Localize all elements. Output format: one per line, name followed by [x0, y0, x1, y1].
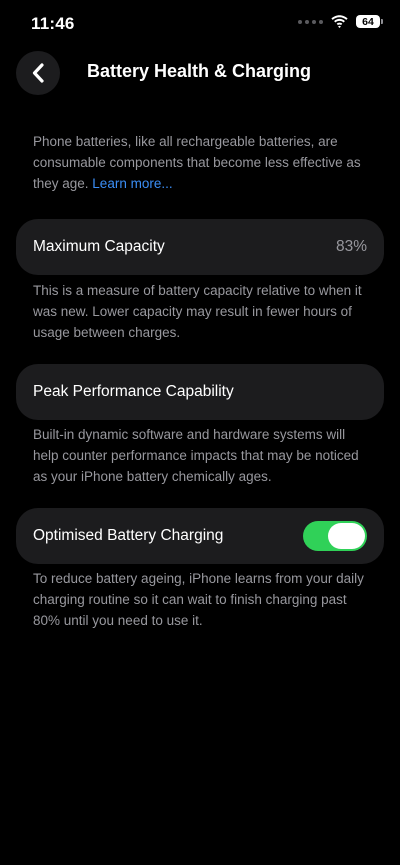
status-time: 11:46 — [31, 14, 75, 33]
optimised-charging-row: Optimised Battery Charging — [16, 508, 384, 564]
signal-dots-icon — [298, 19, 323, 24]
learn-more-link[interactable]: Learn more... — [92, 176, 172, 191]
optimised-charging-label: Optimised Battery Charging — [33, 527, 224, 544]
status-bar: 11:46 64 — [0, 0, 400, 48]
back-button[interactable] — [16, 51, 60, 95]
peak-performance-row: Peak Performance Capability — [16, 364, 384, 420]
maximum-capacity-value: 83% — [335, 238, 367, 255]
chevron-left-icon — [32, 63, 44, 83]
intro-text: Phone batteries, like all rechargeable b… — [33, 134, 361, 191]
optimised-charging-toggle[interactable] — [303, 521, 367, 551]
battery-icon: 64 — [356, 15, 383, 28]
wifi-icon — [331, 15, 348, 28]
intro-description: Phone batteries, like all rechargeable b… — [33, 131, 373, 194]
maximum-capacity-row: Maximum Capacity 83% — [16, 219, 384, 275]
page-title: Battery Health & Charging — [87, 61, 312, 81]
optimised-charging-footnote: To reduce battery ageing, iPhone learns … — [33, 571, 364, 628]
peak-performance-label: Peak Performance Capability — [33, 383, 234, 400]
battery-level: 64 — [362, 15, 374, 28]
maximum-capacity-footnote: This is a measure of battery capacity re… — [33, 283, 362, 340]
status-icons: 64 — [298, 15, 383, 28]
nav-bar: Battery Health & Charging — [0, 46, 400, 98]
maximum-capacity-label: Maximum Capacity — [33, 238, 165, 255]
toggle-knob — [328, 523, 365, 549]
peak-performance-footnote: Built-in dynamic software and hardware s… — [33, 427, 359, 484]
